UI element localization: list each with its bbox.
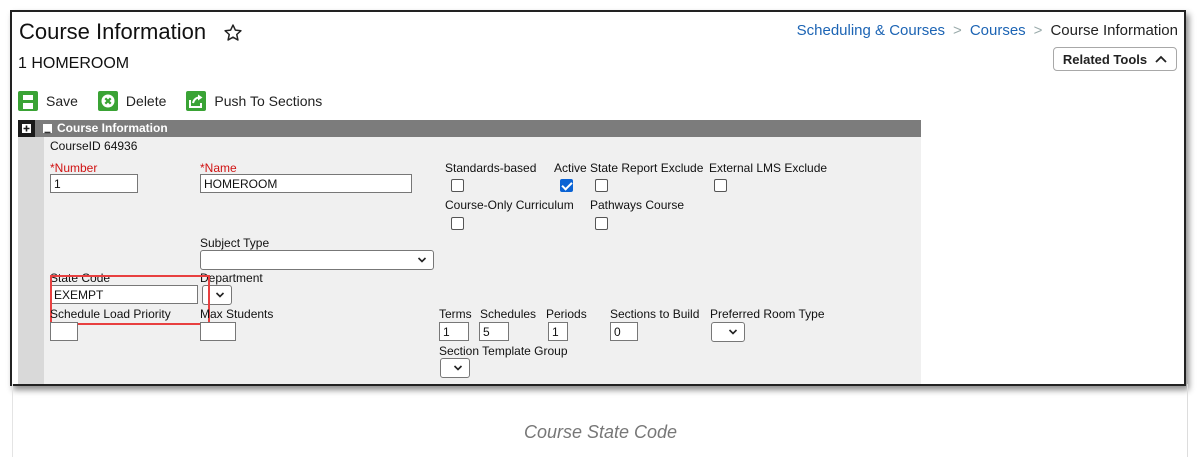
subject-type-label: Subject Type xyxy=(200,236,270,250)
breadcrumb-link-courses[interactable]: Courses xyxy=(970,22,1026,39)
standards-based-checkbox[interactable] xyxy=(451,179,464,192)
pathways-course-label: Pathways Course xyxy=(590,198,685,212)
number-label: *Number xyxy=(50,161,97,175)
terms-label: Terms xyxy=(439,307,472,321)
panel-header: Course Information xyxy=(18,120,921,137)
chevron-down-icon xyxy=(215,292,225,298)
minus-square-icon[interactable] xyxy=(43,124,52,134)
related-tools-label: Related Tools xyxy=(1062,51,1148,67)
standards-based-label: Standards-based xyxy=(445,161,537,175)
page-header: Course Information Scheduling & Courses >… xyxy=(12,12,1184,87)
schedule-load-priority-input[interactable] xyxy=(50,322,78,341)
periods-label: Periods xyxy=(546,307,587,321)
schedule-load-priority-label: Schedule Load Priority xyxy=(50,307,171,321)
course-only-curriculum-label: Course-Only Curriculum xyxy=(445,198,574,212)
related-tools-button[interactable]: Related Tools xyxy=(1053,47,1177,71)
breadcrumb-separator-icon: > xyxy=(1033,22,1043,39)
course-name: 1 HOMEROOM xyxy=(18,55,130,72)
push-to-sections-button[interactable]: Push To Sections xyxy=(186,91,322,111)
chevron-down-icon xyxy=(453,365,463,371)
number-label-text: Number xyxy=(54,161,98,175)
active-label: Active xyxy=(554,161,587,175)
breadcrumb-link-scheduling[interactable]: Scheduling & Courses xyxy=(797,22,945,39)
delete-button[interactable]: Delete xyxy=(97,91,167,111)
sections-to-build-input[interactable] xyxy=(610,322,638,341)
external-lms-exclude-checkbox[interactable] xyxy=(714,179,727,192)
action-toolbar: Save Delete Push To Sections xyxy=(18,88,342,114)
section-template-group-label: Section Template Group xyxy=(439,344,568,358)
periods-input[interactable] xyxy=(548,322,568,341)
subject-type-select[interactable] xyxy=(200,250,434,270)
preferred-room-type-select[interactable] xyxy=(711,322,745,342)
chevron-up-icon xyxy=(1155,55,1167,63)
name-label: *Name xyxy=(200,161,237,175)
chevron-down-icon xyxy=(417,257,427,263)
floppy-disk-icon xyxy=(18,91,38,111)
department-select[interactable] xyxy=(202,285,232,305)
number-input[interactable] xyxy=(50,174,138,193)
star-icon[interactable] xyxy=(223,23,243,43)
chevron-down-icon xyxy=(728,329,738,335)
delete-label: Delete xyxy=(125,93,167,109)
terms-input[interactable] xyxy=(439,322,469,341)
course-only-curriculum-checkbox[interactable] xyxy=(451,217,464,230)
preferred-room-type-label: Preferred Room Type xyxy=(710,307,825,321)
schedules-input[interactable] xyxy=(479,322,509,341)
breadcrumb-current: Course Information xyxy=(1050,22,1178,39)
state-code-label: State Code xyxy=(50,271,111,285)
minus-glyph-icon xyxy=(44,131,51,134)
name-input[interactable] xyxy=(200,174,412,193)
page-title: Course Information xyxy=(19,19,207,44)
plus-square-icon[interactable] xyxy=(18,120,35,137)
breadcrumb-separator-icon: > xyxy=(953,22,962,39)
active-checkbox[interactable] xyxy=(560,179,573,192)
external-lms-exclude-label: External LMS Exclude xyxy=(709,161,828,175)
save-button[interactable]: Save xyxy=(18,91,78,111)
state-report-exclude-label: State Report Exclude xyxy=(590,161,704,175)
state-report-exclude-checkbox[interactable] xyxy=(595,179,608,192)
push-to-sections-label: Push To Sections xyxy=(214,93,323,109)
breadcrumb: Scheduling & Courses > Courses > Course Info… xyxy=(797,22,1178,39)
course-id: CourseID 64936 xyxy=(50,139,138,153)
department-label: Department xyxy=(200,271,263,285)
name-label-text: Name xyxy=(204,161,237,175)
state-code-input[interactable] xyxy=(50,285,198,304)
pathways-course-checkbox[interactable] xyxy=(595,217,608,230)
max-students-label: Max Students xyxy=(200,307,274,321)
panel-title: Course Information xyxy=(57,121,168,135)
share-arrow-icon xyxy=(186,91,207,111)
max-students-input[interactable] xyxy=(200,322,236,341)
plus-glyph-icon xyxy=(22,124,31,133)
page-divider xyxy=(12,384,13,457)
save-label: Save xyxy=(46,93,78,109)
section-template-group-select[interactable] xyxy=(440,358,470,378)
screenshot-frame: Course Information Scheduling & Courses >… xyxy=(10,10,1186,386)
page-divider xyxy=(1187,384,1188,457)
schedules-label: Schedules xyxy=(480,307,537,321)
sections-to-build-label: Sections to Build xyxy=(610,307,700,321)
figure-caption: Course State Code xyxy=(523,422,678,442)
x-circle-icon xyxy=(97,91,118,111)
